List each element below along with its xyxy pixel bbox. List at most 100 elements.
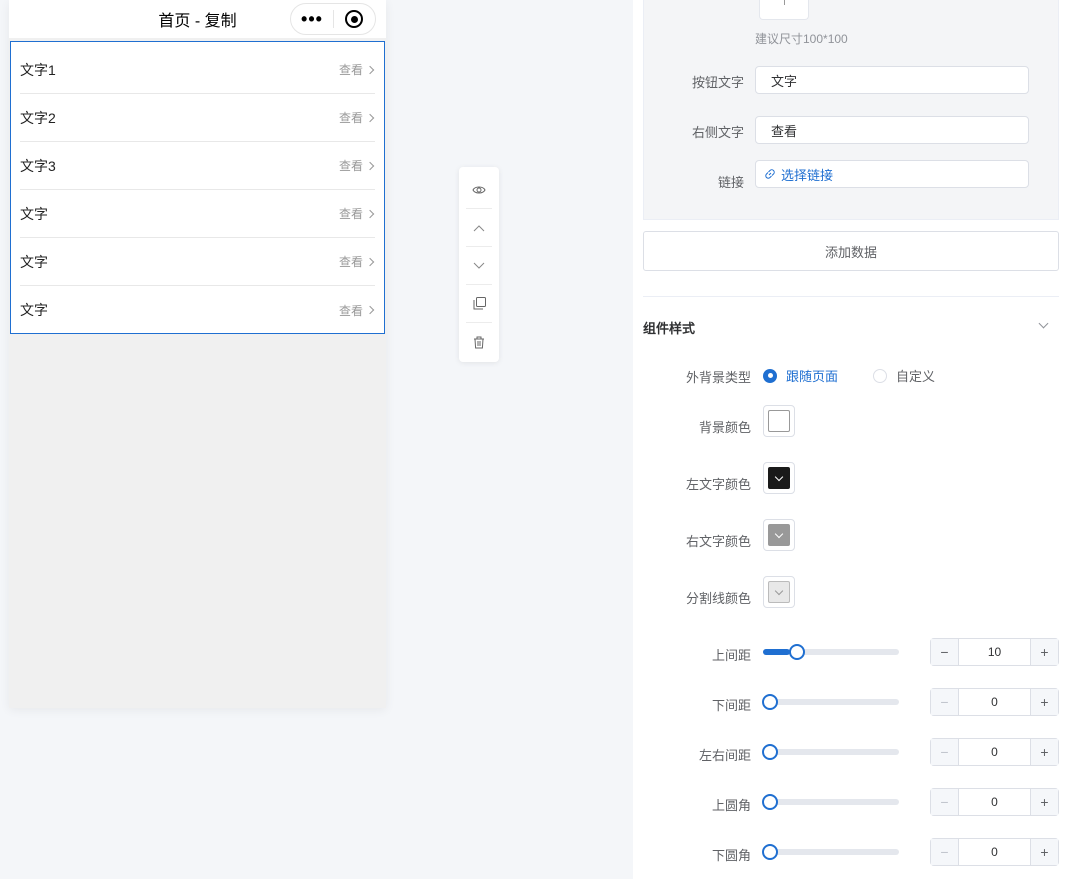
plus-button[interactable]: +: [1030, 789, 1058, 815]
spacing-label: 上圆角: [711, 798, 751, 813]
selected-list-component[interactable]: 文字1 查看 文字2 查看 文字3 查看 文字 查看 文字 查看 文字 查看: [10, 41, 385, 334]
link-value: 选择链接: [781, 167, 834, 183]
section-divider: [643, 296, 1059, 297]
settings-panel: 建议尺寸100*100 按钮文字 文字 右侧文字 查看 链接 选择链接 添加数据…: [633, 0, 1067, 879]
mini-program-capsule: •••: [290, 3, 376, 35]
bg-type-label: 外背景类型: [685, 370, 751, 385]
minus-button[interactable]: −: [931, 639, 959, 665]
list-item[interactable]: 文字3 查看: [20, 142, 375, 190]
left-text-color-picker[interactable]: [763, 462, 795, 494]
plus-button[interactable]: +: [1030, 689, 1058, 715]
plus-button[interactable]: +: [1030, 839, 1058, 865]
slider-thumb[interactable]: [762, 744, 778, 760]
chevron-down-icon: [774, 529, 784, 538]
slider-thumb[interactable]: [762, 844, 778, 860]
bottom-margin-stepper: − 0 +: [930, 688, 1059, 716]
minus-button[interactable]: −: [931, 789, 959, 815]
stepper-value[interactable]: 0: [959, 739, 1030, 765]
right-text-color-swatch: [768, 524, 790, 546]
eye-icon[interactable]: [466, 171, 492, 209]
top-radius-slider[interactable]: [762, 794, 899, 810]
stepper-value[interactable]: 0: [959, 689, 1030, 715]
list-item[interactable]: 文字 查看: [20, 238, 375, 286]
image-upload[interactable]: [759, 0, 809, 20]
chevron-down-icon[interactable]: [466, 247, 492, 285]
link-icon: [765, 169, 775, 179]
left-text-color-label: 左文字颜色: [685, 477, 751, 492]
close-target-icon[interactable]: [334, 10, 375, 28]
slider-fill: [763, 649, 791, 655]
chevron-right-icon: [365, 209, 375, 218]
list-item-left-text: 文字: [20, 302, 48, 318]
minus-button[interactable]: −: [931, 739, 959, 765]
list-item[interactable]: 文字 查看: [20, 190, 375, 238]
left-text-color-swatch: [768, 467, 790, 489]
horizontal-margin-slider[interactable]: [762, 744, 899, 760]
top-margin-slider[interactable]: [763, 644, 899, 660]
list-item-left-text: 文字1: [20, 61, 56, 78]
trash-icon[interactable]: [466, 323, 492, 361]
list-item-right: 查看: [339, 253, 375, 270]
list-item-right-text: 查看: [338, 159, 363, 173]
stepper-value[interactable]: 0: [959, 789, 1030, 815]
size-hint: 建议尺寸100*100: [755, 32, 848, 46]
slider-thumb[interactable]: [789, 644, 806, 660]
list-item-right-text: 查看: [338, 207, 363, 221]
list-item[interactable]: 文字1 查看: [20, 46, 375, 94]
bottom-radius-slider[interactable]: [762, 844, 899, 860]
list-item-left-text: 文字: [20, 205, 48, 222]
minus-button[interactable]: −: [931, 839, 959, 865]
slider-thumb[interactable]: [762, 694, 778, 710]
bg-color-swatch: [768, 410, 790, 432]
phone-header: 首页 - 复制 •••: [9, 0, 386, 38]
chevron-down-icon[interactable]: [1038, 318, 1049, 329]
list-item-left-text: 文字: [20, 253, 48, 270]
add-data-button[interactable]: 添加数据: [643, 231, 1059, 271]
radio-custom-label: 自定义: [896, 369, 936, 384]
list-item-right-text: 查看: [338, 303, 363, 318]
chevron-right-icon: [365, 305, 375, 315]
radio-unchecked-icon: [873, 368, 887, 383]
style-section-title: 组件样式: [643, 321, 696, 336]
chevron-up-icon[interactable]: [466, 209, 492, 247]
radio-custom[interactable]: 自定义: [873, 366, 935, 385]
bg-color-label: 背景颜色: [698, 420, 751, 435]
divider-color-label: 分割线颜色: [685, 591, 751, 606]
plus-button[interactable]: +: [1030, 739, 1058, 765]
plus-button[interactable]: +: [1030, 639, 1058, 665]
list-item-right-text: 查看: [338, 63, 363, 77]
button-text-input[interactable]: 文字: [755, 66, 1029, 94]
right-text-color-picker[interactable]: [763, 519, 795, 551]
divider-color-picker[interactable]: [763, 576, 795, 608]
stepper-value[interactable]: 10: [959, 639, 1030, 665]
list-item-right: 查看: [339, 302, 375, 319]
horizontal-margin-stepper: − 0 +: [930, 738, 1059, 766]
minus-button[interactable]: −: [931, 689, 959, 715]
right-text-label: 右侧文字: [691, 125, 744, 140]
top-margin-stepper: − 10 +: [930, 638, 1059, 666]
chevron-right-icon: [365, 113, 375, 122]
list-item[interactable]: 文字 查看: [20, 286, 375, 334]
list-item[interactable]: 文字2 查看: [20, 94, 375, 142]
spacing-label: 上间距: [711, 648, 751, 663]
divider-color-swatch: [768, 581, 790, 603]
bottom-margin-slider[interactable]: [762, 694, 899, 710]
stepper-value[interactable]: 0: [959, 839, 1030, 865]
bg-color-picker[interactable]: [763, 405, 795, 437]
page-title: 首页 - 复制: [158, 13, 237, 30]
chevron-right-icon: [365, 65, 375, 74]
slider-thumb[interactable]: [762, 794, 778, 810]
list-item-right-text: 查看: [338, 255, 363, 269]
list-item-right-text: 查看: [338, 111, 363, 125]
copy-icon[interactable]: [466, 285, 492, 323]
plus-icon: [784, 0, 785, 5]
right-text-input[interactable]: 查看: [755, 116, 1029, 144]
radio-follow-page[interactable]: 跟随页面: [763, 366, 838, 385]
list-item-left-text: 文字2: [20, 109, 56, 126]
list-item-editor: 建议尺寸100*100 按钮文字 文字 右侧文字 查看 链接 选择链接: [643, 0, 1059, 220]
more-icon[interactable]: •••: [291, 4, 333, 34]
link-selector[interactable]: 选择链接: [755, 160, 1029, 188]
button-text-label: 按钮文字: [691, 75, 744, 90]
bottom-radius-stepper: − 0 +: [930, 838, 1059, 866]
list-item-right: 查看: [339, 157, 375, 174]
